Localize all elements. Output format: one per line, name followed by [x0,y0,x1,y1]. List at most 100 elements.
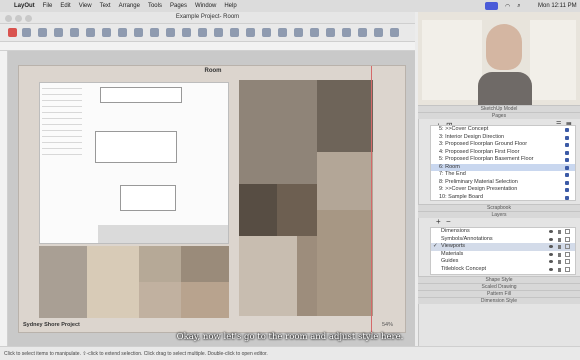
interior-photo-3[interactable] [317,152,373,210]
pages-panel-header[interactable]: Pages [418,112,580,119]
page-item[interactable]: 5: Proposed Floorplan Basement Floor [431,156,575,164]
layer-item[interactable]: Guides [431,258,575,266]
dimension-tool-icon[interactable] [166,28,175,37]
menu-text[interactable]: Text [100,3,111,9]
text-tool-icon[interactable] [134,28,143,37]
layer-toggle-icon[interactable] [565,236,570,242]
insert-tool-icon[interactable] [230,28,239,37]
scrapbook-tool-icon[interactable] [214,28,223,37]
group-tool-icon[interactable] [262,28,271,37]
guide-line[interactable] [371,66,372,334]
search-icon[interactable]: ⌕ [517,3,520,10]
previous-page-icon[interactable] [342,28,351,37]
interior-photo-6[interactable] [239,236,297,316]
layer-item[interactable]: Dimensions [431,228,575,236]
polygon-tool-icon[interactable] [118,28,127,37]
lock-icon[interactable] [558,260,561,264]
layer-toggle-icon[interactable] [565,251,570,257]
layer-toggle-icon[interactable] [565,259,570,264]
menu-edit[interactable]: Edit [60,3,70,9]
split-tool-icon[interactable] [182,28,191,37]
page-item[interactable]: 4: Proposed Floorplan First Floor [431,149,575,157]
next-page-icon[interactable] [358,28,367,37]
page-item[interactable]: 9: >>Cover Design Presentation [431,186,575,194]
add-layer-button[interactable]: + [436,217,441,226]
lock-icon[interactable] [558,237,561,242]
layer-toggle-icon[interactable] [565,244,570,249]
shape-style-header[interactable]: Shape Style [418,276,580,283]
visibility-icon[interactable] [549,245,553,248]
send-backward-icon[interactable] [310,28,319,37]
material-photo-1[interactable] [39,246,87,318]
remove-layer-button[interactable]: − [446,217,451,226]
lock-icon[interactable] [558,252,561,257]
material-photo-5[interactable] [139,282,181,318]
pattern-fill-header[interactable]: Pattern Fill [418,290,580,297]
page-item-selected[interactable]: 6: Room [431,163,575,171]
document-canvas[interactable]: Room Sydney Shore Project 54% [8,51,415,346]
visibility-icon[interactable] [549,237,553,241]
visibility-icon[interactable] [549,230,553,233]
visibility-icon[interactable] [549,267,553,271]
layer-item[interactable]: Materials [431,251,575,259]
page-item[interactable]: 8: Preliminary Material Selection [431,179,575,187]
interior-photo-2[interactable] [317,80,373,152]
menu-file[interactable]: File [43,3,53,9]
lock-icon[interactable] [558,230,561,234]
preferences-icon[interactable] [390,28,399,37]
select-tool-icon[interactable] [8,28,17,37]
sketchup-model-header[interactable]: SketchUp Model [418,105,580,112]
line-tool-icon[interactable] [54,28,63,37]
layer-item[interactable]: Symbols/Annotations [431,236,575,244]
clock[interactable]: Mon 12:11 PM [538,3,577,9]
page-item[interactable]: 10: Sample Board [431,194,575,201]
material-photo-3[interactable] [139,246,181,282]
floorplan-viewport[interactable] [39,82,229,244]
wifi-icon[interactable]: ◠ [505,3,510,10]
lock-icon[interactable] [558,267,561,272]
visibility-icon[interactable] [549,252,553,256]
page-item[interactable]: 3: Proposed Floorplan Ground Floor [431,141,575,149]
interior-photo-8[interactable] [317,210,373,316]
eraser-tool-icon[interactable] [22,28,31,37]
layer-item[interactable]: Titleblock Concept [431,266,575,274]
rectangle-tool-icon[interactable] [86,28,95,37]
scaled-drawing-header[interactable]: Scaled Drawing [418,283,580,290]
menu-window[interactable]: Window [195,3,216,9]
page-item[interactable]: 5: >>Cover Concept [431,126,575,134]
layer-toggle-icon[interactable] [565,266,570,272]
material-photo-2[interactable] [87,246,139,318]
arc-tool-icon[interactable] [70,28,79,37]
interior-photo-4[interactable] [239,184,277,236]
interior-photo-1[interactable] [239,80,317,184]
menu-arrange[interactable]: Arrange [119,3,140,9]
scrapbook-panel-header[interactable]: Scrapbook [418,204,580,211]
ungroup-tool-icon[interactable] [278,28,287,37]
lock-icon[interactable] [558,245,561,249]
layer-item-selected[interactable]: ✓ Viewports [431,243,575,251]
presentation-icon[interactable] [374,28,383,37]
style-tool-icon[interactable] [38,28,47,37]
menu-view[interactable]: View [79,3,92,9]
material-photo-6[interactable] [181,282,229,318]
visibility-icon[interactable] [549,260,553,263]
table-tool-icon[interactable] [246,28,255,37]
page-item[interactable]: 3: Interior Design Direction [431,134,575,142]
menu-pages[interactable]: Pages [170,3,187,9]
label-tool-icon[interactable] [150,28,159,37]
menu-app[interactable]: LayOut [14,3,35,9]
document-page[interactable]: Room Sydney Shore Project 54% [18,65,406,334]
material-photo-4[interactable] [181,246,229,282]
join-tool-icon[interactable] [198,28,207,37]
dimension-style-header[interactable]: Dimension Style [418,297,580,304]
recording-icon[interactable] [485,2,498,10]
menu-help[interactable]: Help [224,3,236,9]
add-page-icon[interactable] [326,28,335,37]
menu-tools[interactable]: Tools [148,3,162,9]
layer-toggle-icon[interactable] [565,229,570,234]
interior-photo-5[interactable] [277,184,317,236]
circle-tool-icon[interactable] [102,28,111,37]
interior-photo-7[interactable] [297,236,317,316]
layers-panel-header[interactable]: Layers [418,211,580,218]
page-item[interactable]: 7: The End [431,171,575,179]
